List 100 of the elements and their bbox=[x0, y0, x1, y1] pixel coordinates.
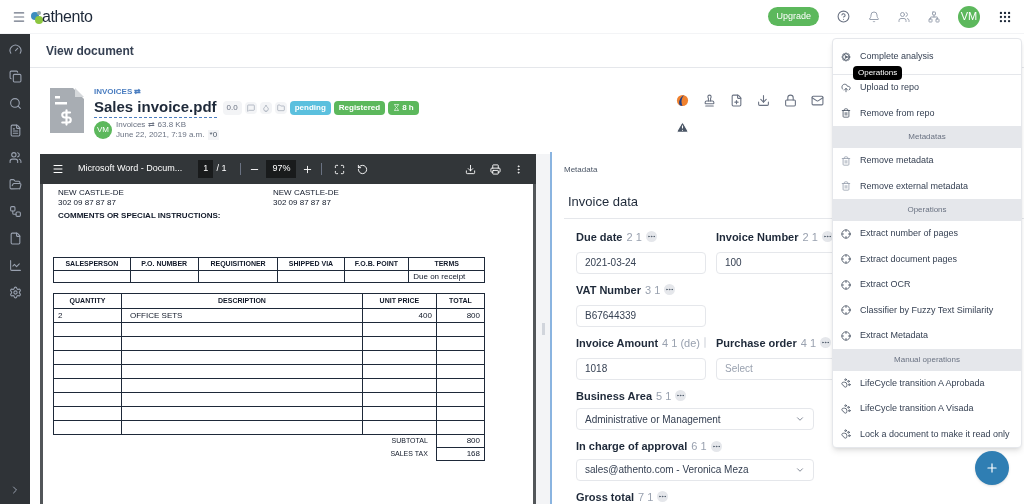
sidebar-nav-icon[interactable] bbox=[8, 258, 22, 273]
table-cell: 2 bbox=[53, 308, 122, 323]
comments-heading: COMMENTS OR SPECIAL INSTRUCTIONS: bbox=[58, 211, 221, 220]
field-label: Business Area bbox=[576, 388, 653, 404]
table-cell: OFFICE SETS bbox=[121, 308, 363, 323]
table-cell bbox=[436, 364, 485, 379]
field-counter: 2 1 bbox=[802, 229, 818, 245]
help-icon[interactable] bbox=[837, 10, 850, 23]
field-counter: 3 1 bbox=[645, 282, 661, 298]
menu-item[interactable]: Extract OCR bbox=[833, 272, 1021, 298]
sidebar-nav-icon[interactable] bbox=[8, 123, 22, 138]
document-type: Invoices ⇄ bbox=[116, 119, 155, 130]
apps-grid-icon[interactable] bbox=[998, 9, 1012, 24]
fit-page-icon[interactable] bbox=[334, 163, 346, 175]
integration-icon[interactable] bbox=[676, 94, 689, 107]
sidebar-nav-icon[interactable] bbox=[8, 177, 22, 192]
table-cell bbox=[436, 378, 485, 393]
input-field[interactable]: 2021-03-24 bbox=[576, 251, 706, 274]
table-cell bbox=[53, 350, 122, 365]
stamp-icon[interactable] bbox=[703, 94, 716, 107]
zoom-in-icon[interactable] bbox=[302, 163, 314, 175]
menu-item[interactable]: Remove metadata bbox=[833, 148, 1021, 174]
menu-item[interactable]: Extract number of pages bbox=[833, 221, 1021, 247]
paw-icon bbox=[841, 378, 851, 389]
menu-item[interactable]: Lock a document to make it read only bbox=[833, 421, 1021, 447]
sidebar-nav-icon[interactable] bbox=[8, 285, 22, 300]
menu-item[interactable]: LifeCycle transition A Visada bbox=[833, 396, 1021, 422]
table-cell: 168 bbox=[436, 447, 485, 461]
status-badge: pending bbox=[289, 100, 331, 115]
table-cell bbox=[436, 336, 485, 351]
address-line: NEW CASTLE-DE bbox=[58, 188, 124, 198]
warning-icon[interactable] bbox=[676, 121, 689, 134]
brand-logo[interactable]: athento bbox=[42, 4, 93, 29]
file-size: 63.8 KB bbox=[157, 119, 187, 130]
rotate-icon[interactable] bbox=[357, 163, 369, 175]
print-icon[interactable] bbox=[490, 163, 501, 175]
field-label: In charge of approval bbox=[576, 439, 688, 454]
status-badge: Registered bbox=[333, 100, 386, 115]
sidebar-nav-icon[interactable] bbox=[8, 96, 22, 111]
document-title[interactable]: Sales invoice.pdf bbox=[94, 98, 217, 118]
network-icon[interactable] bbox=[928, 10, 940, 23]
field-counter: 2 1 bbox=[626, 229, 642, 245]
address-line: NEW CASTLE-DE bbox=[273, 188, 339, 198]
address-line: 302 09 87 87 87 bbox=[58, 198, 116, 208]
sidebar-nav-icon[interactable] bbox=[8, 204, 22, 219]
menu-item[interactable]: Remove external metadata bbox=[833, 173, 1021, 199]
category-link[interactable]: INVOICES ⇄ bbox=[94, 86, 142, 98]
plus-icon bbox=[985, 461, 999, 475]
menu-item[interactable]: Extract Metadata bbox=[833, 323, 1021, 349]
zoom-field[interactable]: 97% bbox=[266, 160, 297, 178]
dropdown-field[interactable]: Administrative or Management bbox=[576, 408, 814, 430]
document-date: June 22, 2021, 7:19 a.m. bbox=[116, 129, 205, 140]
resize-handle[interactable] bbox=[541, 323, 545, 335]
invoice-file-icon bbox=[50, 88, 84, 133]
menu-item[interactable]: Classifier by Fuzzy Text Similarity bbox=[833, 297, 1021, 323]
sidebar-nav-icon[interactable] bbox=[8, 150, 22, 165]
tooltip: Operations bbox=[853, 66, 903, 80]
menu-section-header: Manual operations bbox=[833, 348, 1021, 371]
download-icon[interactable] bbox=[465, 163, 476, 175]
input-field[interactable]: 1018 bbox=[576, 357, 706, 380]
crosshair-icon bbox=[841, 330, 851, 341]
page-title: View document bbox=[46, 42, 134, 60]
menu-section-header: Operations bbox=[833, 199, 1021, 221]
input-field[interactable]: B67644339 bbox=[576, 304, 706, 327]
lock-icon[interactable] bbox=[784, 94, 797, 107]
table-cell bbox=[436, 392, 485, 407]
panel-tab[interactable]: Metadata bbox=[564, 164, 598, 176]
file-plus-icon[interactable] bbox=[730, 94, 743, 107]
page-count: / 1 bbox=[216, 162, 227, 176]
table-cell bbox=[436, 350, 485, 365]
table-cell: 800 bbox=[436, 308, 485, 323]
table-cell bbox=[53, 406, 122, 421]
table-cell bbox=[53, 364, 122, 379]
dropdown-field[interactable]: sales@athento.com - Veronica Meza bbox=[576, 458, 814, 481]
sidebar-nav-icon[interactable] bbox=[8, 42, 22, 57]
field-label: Due date bbox=[576, 229, 623, 245]
crosshair-icon bbox=[841, 279, 851, 290]
address-line: 302 09 87 87 87 bbox=[273, 198, 331, 208]
field-label: Invoice Number bbox=[716, 229, 799, 245]
page-number-field[interactable]: 1 bbox=[198, 160, 214, 178]
paw-icon bbox=[841, 429, 851, 440]
sidebar-nav-icon[interactable] bbox=[8, 231, 22, 246]
trash-icon bbox=[841, 181, 851, 192]
table-cell bbox=[53, 378, 122, 393]
table-cell bbox=[436, 420, 485, 435]
table-cell: Due on receipt bbox=[408, 270, 485, 283]
field-counter: 6 1 bbox=[691, 439, 707, 454]
bell-icon[interactable] bbox=[868, 10, 880, 23]
cloud-upload-icon bbox=[841, 82, 851, 93]
field-counter: 7 1 bbox=[638, 489, 654, 504]
crosshair-icon bbox=[841, 305, 851, 316]
field-label: Purchase order bbox=[716, 335, 797, 351]
sidebar-nav-icon[interactable] bbox=[8, 69, 22, 84]
gear-icon bbox=[841, 51, 851, 62]
menu-icon[interactable] bbox=[52, 163, 64, 175]
menu-item[interactable]: Remove from repo bbox=[833, 100, 1021, 126]
mail-icon[interactable] bbox=[811, 94, 824, 107]
field-counter: 4 1 (de) bbox=[662, 335, 701, 351]
download-icon[interactable] bbox=[757, 94, 770, 107]
users-icon[interactable] bbox=[898, 10, 910, 23]
